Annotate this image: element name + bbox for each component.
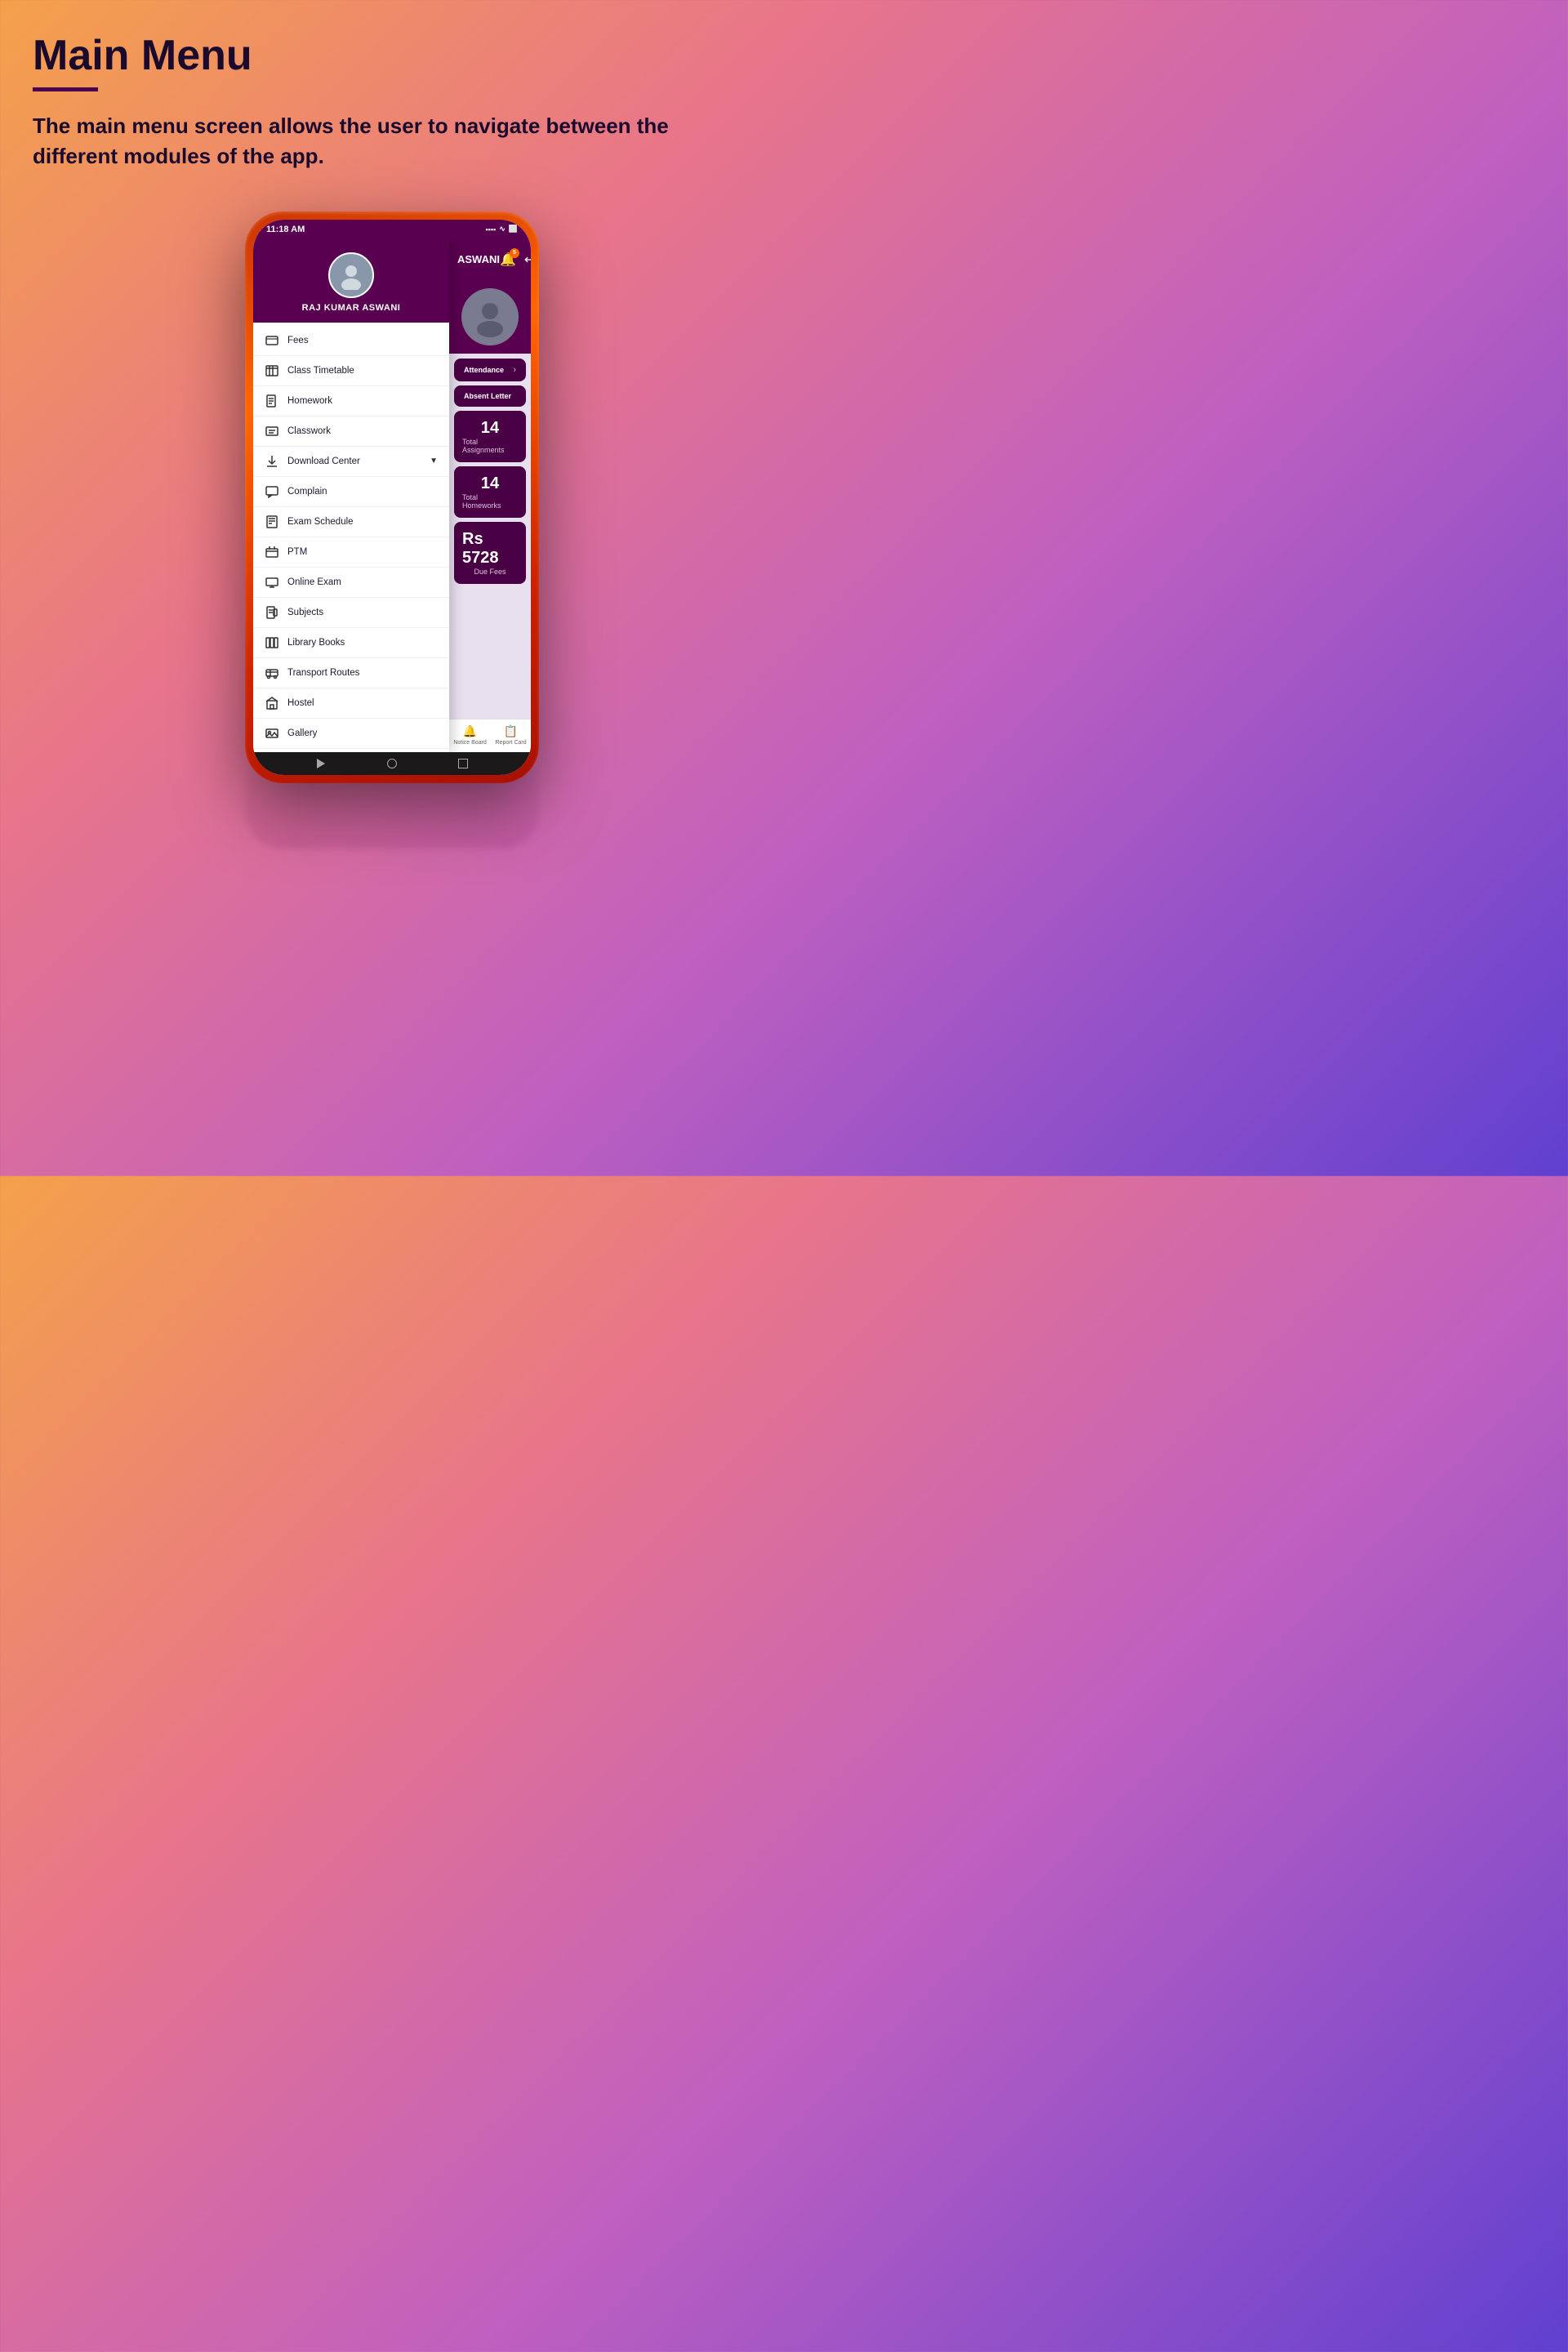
gallery-icon: [265, 726, 279, 741]
attendance-arrow-icon: ›: [513, 365, 516, 375]
fees-icon: [265, 333, 279, 348]
complain-label: Complain: [287, 487, 438, 497]
fees-amount: Rs 5728: [462, 530, 518, 568]
menu-item-homework[interactable]: Homework: [253, 386, 449, 416]
library-books-label: Library Books: [287, 638, 438, 648]
battery-icon: ⬜: [509, 225, 518, 234]
phone-screen: 11:18 AM ▪▪▪▪ ∿ ⬜: [253, 220, 531, 775]
header-icons: 🔔 5 ↩: [500, 252, 531, 268]
drawer-menu: Fees Class Timetable: [253, 323, 449, 752]
bottom-nav: 🔔 Notice Board 📋 Report Card: [449, 719, 531, 752]
complain-icon: [265, 484, 279, 499]
assignments-number: 14: [481, 419, 499, 438]
fees-label: Due Fees: [474, 568, 506, 576]
homeworks-number: 14: [481, 474, 499, 493]
online-exam-icon: [265, 575, 279, 590]
profile-avatar-icon: [470, 296, 510, 337]
menu-item-change-password[interactable]: Change Password: [253, 749, 449, 752]
exam-schedule-label: Exam Schedule: [287, 517, 438, 527]
menu-item-download-center[interactable]: Download Center ▼: [253, 447, 449, 477]
menu-item-library-books[interactable]: Library Books: [253, 628, 449, 658]
exam-schedule-icon: [265, 514, 279, 529]
assignments-card[interactable]: 14 Total Assignments: [454, 411, 526, 462]
library-books-icon: [265, 635, 279, 650]
download-center-label: Download Center: [287, 457, 421, 466]
attendance-card[interactable]: Attendance ›: [454, 359, 526, 381]
signal-icon: ▪▪▪▪: [485, 225, 496, 234]
timetable-label: Class Timetable: [287, 366, 438, 376]
profile-area: [449, 280, 531, 354]
menu-item-subjects[interactable]: Subjects: [253, 598, 449, 628]
classwork-icon: [265, 424, 279, 439]
chevron-down-icon: ▼: [430, 457, 438, 466]
notification-button[interactable]: 🔔 5: [500, 252, 516, 268]
menu-item-class-timetable[interactable]: Class Timetable: [253, 356, 449, 386]
page-subtitle: The main menu screen allows the user to …: [33, 111, 686, 171]
download-icon: [265, 454, 279, 469]
subjects-icon: [265, 605, 279, 620]
absent-letter-label: Absent Letter: [464, 392, 511, 400]
avatar: [328, 252, 374, 298]
gallery-label: Gallery: [287, 728, 438, 738]
menu-item-online-exam[interactable]: Online Exam: [253, 568, 449, 598]
menu-item-hostel[interactable]: Hostel: [253, 688, 449, 719]
page-title: Main Menu: [33, 33, 751, 79]
menu-item-fees[interactable]: Fees: [253, 326, 449, 356]
fees-label: Fees: [287, 336, 438, 345]
main-header: ASWANI 🔔 5 ↩: [449, 239, 531, 280]
report-card-tab[interactable]: 📋 Report Card: [496, 724, 527, 746]
homework-icon: [265, 394, 279, 408]
drawer-username: RAJ KUMAR ASWANI: [302, 303, 401, 313]
menu-item-complain[interactable]: Complain: [253, 477, 449, 507]
menu-item-classwork[interactable]: Classwork: [253, 416, 449, 447]
status-icons: ▪▪▪▪ ∿ ⬜: [485, 225, 518, 234]
menu-item-exam-schedule[interactable]: Exam Schedule: [253, 507, 449, 537]
assignments-label: Total Assignments: [462, 438, 518, 454]
classwork-label: Classwork: [287, 426, 438, 436]
online-exam-label: Online Exam: [287, 577, 438, 587]
title-underline: [33, 87, 98, 91]
page-container: Main Menu The main menu screen allows th…: [0, 0, 784, 832]
cards-area: Attendance › Absent Letter 14 Total Assi…: [449, 354, 531, 719]
subjects-label: Subjects: [287, 608, 438, 617]
header-name: ASWANI: [457, 253, 500, 265]
status-bar: 11:18 AM ▪▪▪▪ ∿ ⬜: [253, 220, 531, 239]
status-time: 11:18 AM: [266, 225, 305, 234]
timetable-icon: [265, 363, 279, 378]
phone-outer-shell: 11:18 AM ▪▪▪▪ ∿ ⬜: [245, 212, 539, 783]
homeworks-card[interactable]: 14 Total Homeworks: [454, 466, 526, 518]
ptm-label: PTM: [287, 547, 438, 557]
absent-letter-card[interactable]: Absent Letter: [454, 385, 526, 407]
main-screen: ASWANI 🔔 5 ↩: [449, 239, 531, 752]
menu-item-gallery[interactable]: Gallery: [253, 719, 449, 749]
report-card-icon: 📋: [504, 724, 518, 738]
side-drawer: RAJ KUMAR ASWANI Fees: [253, 239, 449, 752]
app-content: RAJ KUMAR ASWANI Fees: [253, 239, 531, 752]
menu-item-transport-routes[interactable]: Transport Routes: [253, 658, 449, 688]
hostel-label: Hostel: [287, 698, 438, 708]
fees-card[interactable]: Rs 5728 Due Fees: [454, 522, 526, 584]
notice-board-label: Notice Board: [453, 740, 486, 746]
notification-badge: 5: [510, 248, 519, 258]
phone-reflection: [245, 751, 539, 849]
transport-label: Transport Routes: [287, 668, 438, 678]
wifi-icon: ∿: [499, 225, 506, 234]
attendance-label: Attendance: [464, 366, 504, 374]
logout-button[interactable]: ↩: [524, 252, 531, 268]
homeworks-label: Total Homeworks: [462, 493, 518, 510]
menu-item-ptm[interactable]: PTM: [253, 537, 449, 568]
phone-mockup: 11:18 AM ▪▪▪▪ ∿ ⬜: [33, 212, 751, 783]
report-card-label: Report Card: [496, 740, 527, 746]
notice-board-icon: 🔔: [463, 724, 477, 738]
notice-board-tab[interactable]: 🔔 Notice Board: [453, 724, 486, 746]
logout-icon: ↩: [524, 253, 531, 267]
ptm-icon: [265, 545, 279, 559]
transport-icon: [265, 666, 279, 680]
homework-label: Homework: [287, 396, 438, 406]
drawer-header: RAJ KUMAR ASWANI: [253, 239, 449, 323]
hostel-icon: [265, 696, 279, 710]
profile-avatar: [461, 288, 519, 345]
user-avatar-icon: [336, 261, 366, 290]
